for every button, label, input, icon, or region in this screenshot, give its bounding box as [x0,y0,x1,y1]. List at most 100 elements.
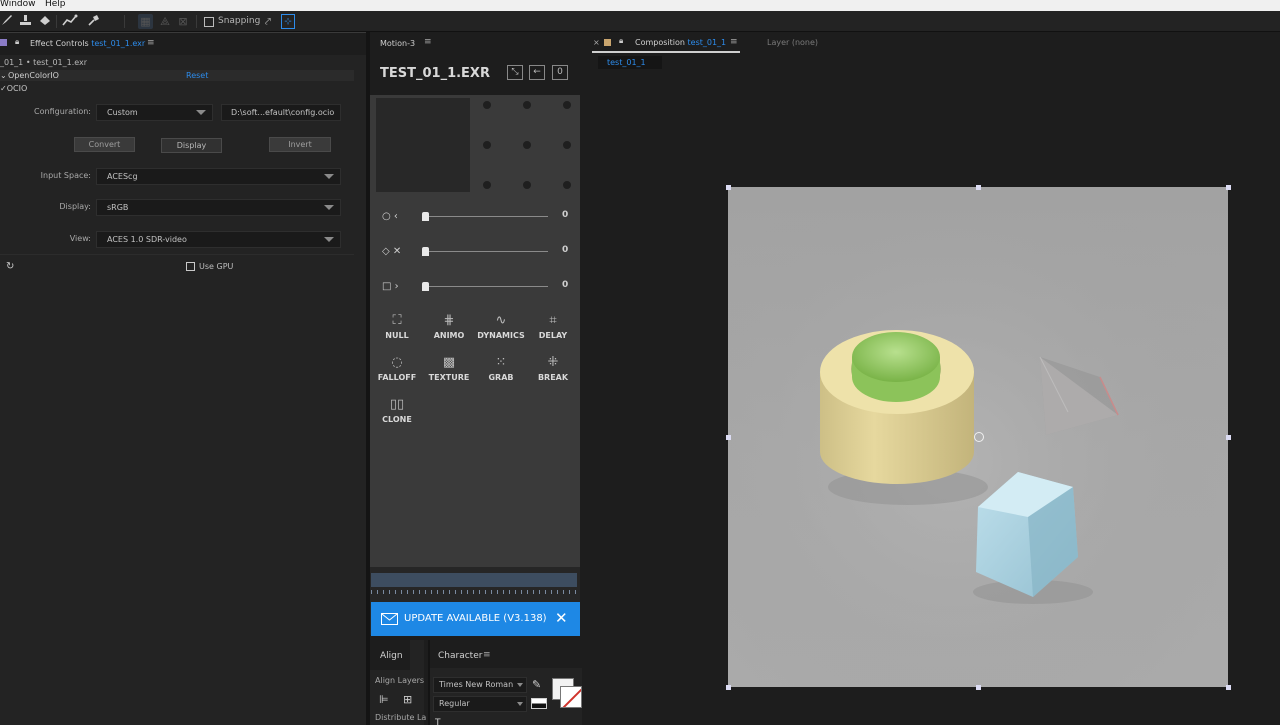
ocio-check-icon[interactable]: ✓ [0,84,7,93]
invert-button[interactable]: Invert [269,137,331,152]
delay-icon: ⌗ [549,313,557,328]
transform-handle[interactable] [726,185,731,190]
menu-bar: Window Help [0,0,1280,11]
update-banner-text: UPDATE AVAILABLE (V3.138) [404,613,547,624]
character-tab-title[interactable]: Character [438,651,482,661]
align-left-icon[interactable]: ⊫ [379,693,389,706]
ease-slider-2[interactable] [422,251,548,252]
effect-controls-tab-bar: 🔒︎ Effect Controls test_01_1.exr ≡ [0,33,366,55]
update-banner[interactable]: UPDATE AVAILABLE (V3.138) ✕ [371,602,580,636]
effect-controls-panel: 🔒︎ Effect Controls test_01_1.exr ≡ _01_1… [0,32,366,725]
clone-icon: ▯▯ [389,397,405,412]
green-disc [852,332,940,382]
anchor-icon[interactable]: 0 [552,65,568,80]
world-axis-icon[interactable]: ⟁ [158,14,172,29]
timeline-strip[interactable] [371,573,577,587]
menu-help[interactable]: Help [45,0,66,9]
panel-menu-icon[interactable]: ≡ [147,38,155,48]
lock-icon[interactable]: 🔒︎ [15,37,19,47]
configuration-label: Configuration: [34,107,91,116]
transform-handle[interactable] [1226,185,1231,190]
transform-handle[interactable] [1226,435,1231,440]
effect-controls-tab-title[interactable]: Effect Controls test_01_1.exr [30,39,145,48]
brush-tool-icon[interactable] [0,14,14,29]
transform-handle[interactable] [1226,685,1231,690]
panel-menu-icon[interactable]: ≡ [424,37,432,47]
composition-tab-bar: × 🔒︎ Composition test_01_1 ≡ Layer (none… [584,32,1280,54]
snap-options-icon[interactable]: ⤤ [261,14,275,29]
close-icon[interactable]: ✕ [555,609,568,627]
stroke-color-swatch[interactable] [560,686,582,708]
align-tab-title[interactable]: Align [380,651,403,661]
font-style-dropdown[interactable]: Regular [433,696,527,712]
anchor-point-icon[interactable] [974,432,984,442]
eraser-tool-icon[interactable] [38,14,52,29]
composition-tab-title[interactable]: Composition test_01_1 [635,38,726,47]
view-dropdown[interactable]: ACES 1.0 SDR-video [96,231,341,248]
grab-icon: ⁙ [495,355,507,370]
diamond-ease-icon[interactable]: ◇ ✕ [382,246,401,257]
panel-menu-icon[interactable]: ≡ [483,650,491,660]
display-dropdown[interactable]: sRGB [96,199,341,216]
clone-stamp-tool-icon[interactable] [17,14,33,29]
dynamics-icon: ∿ [495,313,507,328]
back-icon[interactable]: ← [529,65,545,80]
breadcrumb: _01_1 • test_01_1.exr [0,58,88,67]
comp-subtab[interactable]: test_01_1 [598,56,662,69]
texture-tool-button[interactable]: ▩ TEXTURE [423,355,475,382]
use-gpu-label: Use GPU [199,262,234,271]
chevron-down-icon [517,702,523,706]
null-tool-button[interactable]: ⛶ NULL [371,313,423,340]
input-space-dropdown[interactable]: ACEScg [96,168,341,185]
close-tab-icon[interactable]: × [593,38,600,47]
layer-tab[interactable]: Layer (none) [767,38,818,47]
config-path-field[interactable]: D:\soft...efault\config.ocio [221,104,341,121]
lock-icon[interactable]: 🔒︎ [619,36,623,46]
anchor-grid-preview[interactable] [376,98,470,192]
menu-window[interactable]: Window [0,0,36,9]
transform-handle[interactable] [976,185,981,190]
dynamics-tool-button[interactable]: ∿ DYNAMICS [475,313,527,340]
panel-menu-icon[interactable]: ≡ [730,37,738,47]
view-axis-icon[interactable]: ⊠ [176,14,190,29]
select-icon[interactable]: ⤡ [507,65,523,80]
ease-slider-2-knob[interactable] [422,247,429,256]
align-layers-label: Align Layers [375,676,425,685]
transform-handle[interactable] [726,685,731,690]
use-gpu-checkbox[interactable] [186,262,195,271]
square-ease-icon[interactable]: □ › [382,281,399,292]
motion-tab-title[interactable]: Motion-3 [380,39,415,48]
ease-slider-1-knob[interactable] [422,212,429,221]
clone-tool-button[interactable]: ▯▯ CLONE [371,397,423,424]
display-button[interactable]: Display [161,138,222,153]
refresh-icon[interactable]: ↻ [6,261,14,272]
transform-handle[interactable] [976,685,981,690]
puppet-pin-tool-icon[interactable] [85,14,103,29]
chevron-down-icon [324,237,334,242]
grab-tool-button[interactable]: ⁙ GRAB [475,355,527,382]
reset-link[interactable]: Reset [186,71,208,80]
transform-handle[interactable] [726,435,731,440]
ease-slider-3-knob[interactable] [422,282,429,291]
falloff-tool-button[interactable]: ◌ FALLOFF [371,355,423,382]
snap-target-icon[interactable]: ⊹ [281,14,295,29]
local-axis-icon[interactable]: ▦ [138,14,153,29]
mail-icon [381,613,398,625]
circle-ease-icon[interactable]: ○ ‹ [382,211,398,222]
swap-colors-icon[interactable] [531,698,547,709]
align-center-icon[interactable]: ⊞ [403,693,412,706]
break-tool-button[interactable]: ⁜ BREAK [527,355,579,382]
roto-brush-tool-icon[interactable] [61,14,79,29]
ease-slider-1[interactable] [422,216,548,217]
snapping-checkbox[interactable] [204,17,214,27]
configuration-dropdown[interactable]: Custom [96,104,213,121]
eyedropper-icon[interactable]: ✎ [532,678,541,691]
animo-tool-button[interactable]: ⋕ ANIMO [423,313,475,340]
delay-tool-button[interactable]: ⌗ DELAY [527,313,579,340]
ease-slider-3[interactable] [422,286,548,287]
collapse-icon[interactable]: ⌄ [0,71,7,80]
font-family-dropdown[interactable]: Times New Roman [433,677,527,693]
convert-button[interactable]: Convert [74,137,135,152]
display-label: Display: [59,202,91,211]
ease-slider-3-value: 0 [562,280,569,290]
